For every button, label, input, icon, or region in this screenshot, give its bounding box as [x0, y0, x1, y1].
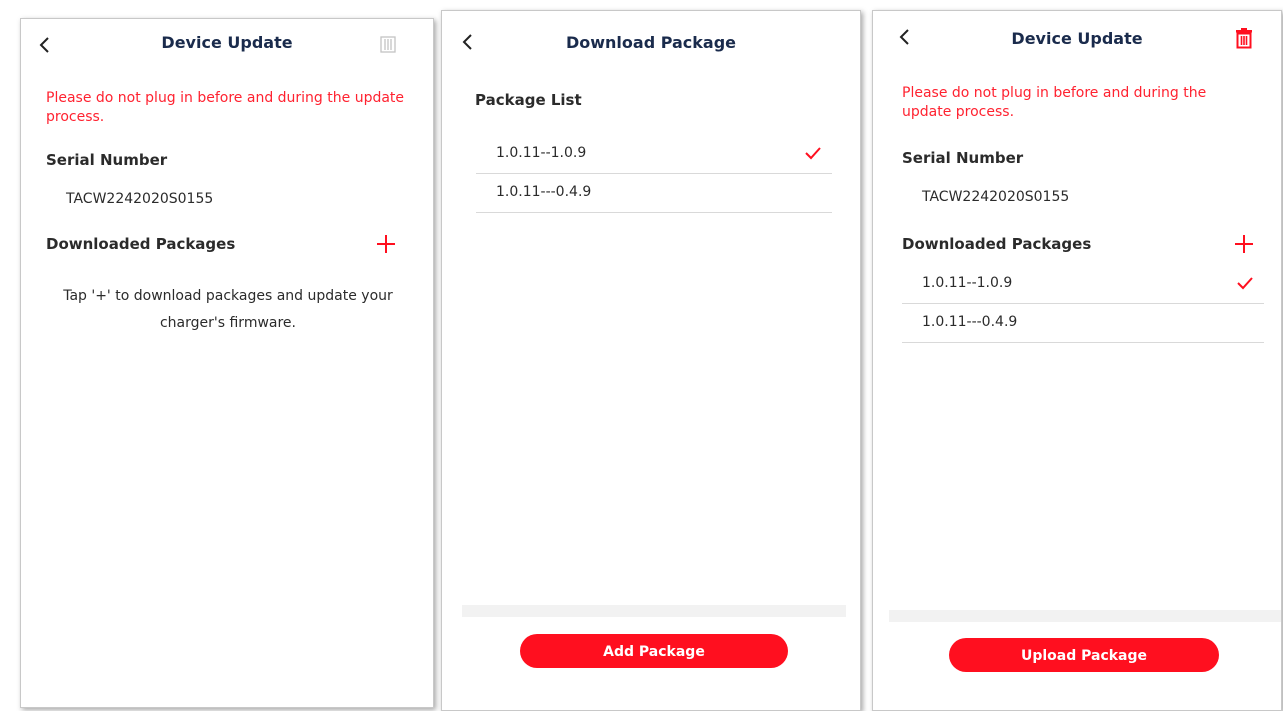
- downloaded-packages-label: Downloaded Packages: [46, 235, 236, 253]
- package-label: 1.0.11---0.4.9: [496, 184, 592, 200]
- warning-message: Please do not plug in before and during …: [46, 90, 405, 125]
- package-list-item[interactable]: 1.0.11--1.0.9: [902, 265, 1264, 304]
- download-package-screen: Download Package Package List 1.0.11--1.…: [441, 10, 861, 711]
- page-title: Device Update: [161, 33, 293, 52]
- package-label: 1.0.11--1.0.9: [496, 145, 587, 161]
- package-label: 1.0.11--1.0.9: [922, 275, 1013, 291]
- plus-icon: [1235, 235, 1253, 253]
- hint-line-2: charger's firmware.: [159, 315, 296, 331]
- package-list-item[interactable]: 1.0.11--1.0.9: [476, 135, 832, 174]
- empty-packages-hint: Tap '+' to download packages and update …: [21, 283, 433, 337]
- header: Device Update: [873, 11, 1281, 51]
- add-package-button[interactable]: Add Package: [520, 634, 788, 668]
- footer-divider: [462, 605, 846, 617]
- trash-icon: [1236, 28, 1252, 49]
- trash-icon: [380, 36, 396, 53]
- stage: Device Update Please do not plug in befo…: [0, 0, 1283, 711]
- package-label: 1.0.11---0.4.9: [922, 314, 1018, 330]
- header: Device Update: [21, 19, 433, 59]
- device-update-screen-empty: Device Update Please do not plug in befo…: [20, 18, 434, 708]
- footer-divider: [889, 610, 1281, 622]
- add-package-button[interactable]: [1233, 233, 1255, 255]
- warning-message: Please do not plug in before and during …: [902, 85, 1207, 120]
- header: Download Package: [442, 11, 860, 52]
- downloaded-packages-label: Downloaded Packages: [902, 235, 1092, 253]
- serial-number-label: Serial Number: [46, 151, 168, 169]
- package-list-label: Package List: [475, 91, 582, 109]
- package-list-item[interactable]: 1.0.11---0.4.9: [902, 304, 1264, 343]
- checkmark-icon: [804, 146, 822, 160]
- serial-number-value: TACW2242020S0155: [66, 191, 214, 207]
- delete-button[interactable]: [1233, 27, 1255, 49]
- upload-package-button[interactable]: Upload Package: [949, 638, 1219, 672]
- serial-number-value: TACW2242020S0155: [922, 189, 1070, 205]
- device-update-screen-with-packages: Device Update Please do not plug in befo…: [872, 10, 1282, 711]
- page-title: Device Update: [1011, 29, 1143, 48]
- add-package-button[interactable]: [375, 233, 397, 255]
- checkmark-icon: [1236, 276, 1254, 290]
- plus-icon: [377, 235, 395, 253]
- package-list-item[interactable]: 1.0.11---0.4.9: [476, 174, 832, 213]
- hint-line-1: Tap '+' to download packages and update …: [63, 288, 393, 304]
- trash-button[interactable]: [377, 33, 399, 55]
- serial-number-label: Serial Number: [902, 149, 1024, 167]
- page-title: Download Package: [565, 33, 737, 52]
